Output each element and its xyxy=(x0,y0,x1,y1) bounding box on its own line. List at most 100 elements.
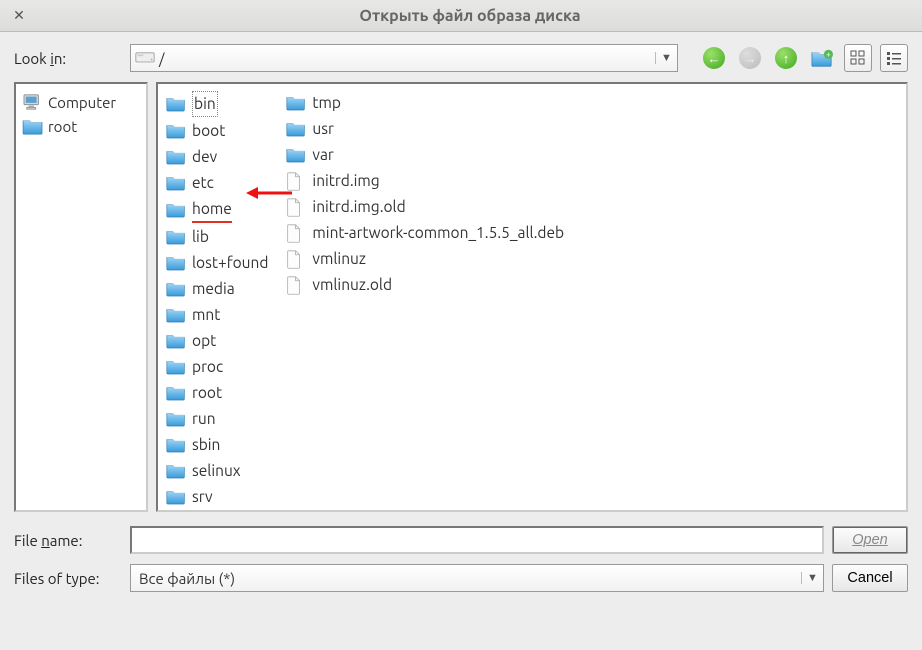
sidebar-item-label: root xyxy=(48,118,77,135)
look-in-combo[interactable]: / ▼ xyxy=(130,44,678,72)
file-item[interactable]: root xyxy=(164,380,270,406)
view-list-button[interactable] xyxy=(880,44,908,72)
file-item[interactable]: home xyxy=(164,196,270,224)
folder-icon xyxy=(166,280,186,298)
svg-text:+: + xyxy=(826,49,831,59)
file-name: dev xyxy=(192,145,217,169)
file-icon xyxy=(286,224,306,242)
folder-icon xyxy=(166,384,186,402)
sidebar-item-computer[interactable]: Computer xyxy=(20,90,142,114)
file-name: mint-artwork-common_1.5.5_all.deb xyxy=(312,221,564,245)
folder-icon xyxy=(166,410,186,428)
file-item[interactable]: mint-artwork-common_1.5.5_all.deb xyxy=(284,220,566,246)
sidebar: Computer root xyxy=(14,82,148,512)
file-item[interactable]: dev xyxy=(164,144,270,170)
file-name: sbin xyxy=(192,433,220,457)
file-name: home xyxy=(192,197,232,223)
file-name: opt xyxy=(192,329,216,353)
file-item[interactable]: selinux xyxy=(164,458,270,484)
folder-icon xyxy=(166,332,186,350)
file-name: etc xyxy=(192,171,214,195)
file-name: sys xyxy=(192,511,213,512)
file-item[interactable]: etc xyxy=(164,170,270,196)
file-icon xyxy=(286,198,306,216)
look-in-label: Look in: xyxy=(14,50,122,67)
folder-icon xyxy=(166,488,186,506)
file-item[interactable]: sbin xyxy=(164,432,270,458)
folder-icon xyxy=(166,358,186,376)
file-item[interactable]: media xyxy=(164,276,270,302)
chevron-down-icon: ▼ xyxy=(801,572,819,584)
file-icon xyxy=(286,172,306,190)
back-button[interactable]: ← xyxy=(700,44,728,72)
arrow-up-icon: ↑ xyxy=(775,47,797,69)
file-name: selinux xyxy=(192,459,241,483)
file-name: vmlinuz xyxy=(312,247,366,271)
folder-icon xyxy=(286,94,306,112)
arrow-left-icon: ← xyxy=(703,47,725,69)
folder-icon xyxy=(166,254,186,272)
chevron-down-icon: ▼ xyxy=(655,52,673,64)
file-item[interactable]: lost+found xyxy=(164,250,270,276)
up-button[interactable]: ↑ xyxy=(772,44,800,72)
view-icons-button[interactable] xyxy=(844,44,872,72)
file-name: srv xyxy=(192,485,213,509)
file-name: media xyxy=(192,277,235,301)
drive-icon xyxy=(135,49,155,67)
file-name: boot xyxy=(192,119,225,143)
file-item[interactable]: initrd.img.old xyxy=(284,194,566,220)
file-item[interactable]: srv xyxy=(164,484,270,510)
filename-label: File name: xyxy=(14,532,122,549)
sidebar-item-label: Computer xyxy=(48,94,116,111)
file-item[interactable]: opt xyxy=(164,328,270,354)
file-name: initrd.img xyxy=(312,169,379,193)
new-folder-button[interactable]: + xyxy=(808,44,836,72)
file-item[interactable]: sys xyxy=(164,510,270,512)
file-name: initrd.img.old xyxy=(312,195,405,219)
file-item[interactable]: usr xyxy=(284,116,566,142)
file-name: proc xyxy=(192,355,223,379)
folder-icon xyxy=(166,228,186,246)
file-item[interactable]: tmp xyxy=(284,90,566,116)
folder-icon xyxy=(166,306,186,324)
folder-icon xyxy=(286,146,306,164)
forward-button: → xyxy=(736,44,764,72)
file-name: usr xyxy=(312,117,333,141)
open-button[interactable]: Open xyxy=(832,526,908,554)
folder-icon xyxy=(22,117,42,135)
file-name: var xyxy=(312,143,333,167)
cancel-button[interactable]: Cancel xyxy=(832,564,908,592)
file-name: tmp xyxy=(312,91,341,115)
window-title: Открыть файл образа диска xyxy=(28,7,912,25)
filename-input[interactable] xyxy=(130,526,824,554)
file-name: run xyxy=(192,407,216,431)
file-item[interactable]: proc xyxy=(164,354,270,380)
close-button[interactable]: ✕ xyxy=(10,7,28,25)
file-list[interactable]: binbootdevetchomeliblost+foundmediamntop… xyxy=(156,82,908,512)
folder-icon xyxy=(166,436,186,454)
file-item[interactable]: initrd.img xyxy=(284,168,566,194)
file-item[interactable]: lib xyxy=(164,224,270,250)
file-type-value: Все файлы (*) xyxy=(135,570,801,587)
file-item[interactable]: var xyxy=(284,142,566,168)
file-item[interactable]: run xyxy=(164,406,270,432)
folder-icon xyxy=(166,174,186,192)
sidebar-item-root[interactable]: root xyxy=(20,114,142,138)
grid-view-icon xyxy=(850,50,866,66)
file-item[interactable]: vmlinuz xyxy=(284,246,566,272)
file-icon xyxy=(286,276,306,294)
filter-label: Files of type: xyxy=(14,570,122,587)
file-item[interactable]: vmlinuz.old xyxy=(284,272,566,298)
file-item[interactable]: bin xyxy=(164,90,270,118)
file-type-combo[interactable]: Все файлы (*) ▼ xyxy=(130,564,824,592)
look-in-path: / xyxy=(155,50,655,67)
computer-icon xyxy=(22,93,42,111)
folder-icon xyxy=(166,201,186,219)
file-item[interactable]: boot xyxy=(164,118,270,144)
titlebar: ✕ Открыть файл образа диска xyxy=(0,0,922,32)
file-item[interactable]: mnt xyxy=(164,302,270,328)
folder-icon xyxy=(166,122,186,140)
folder-icon xyxy=(286,120,306,138)
file-name: mnt xyxy=(192,303,220,327)
file-icon xyxy=(286,250,306,268)
